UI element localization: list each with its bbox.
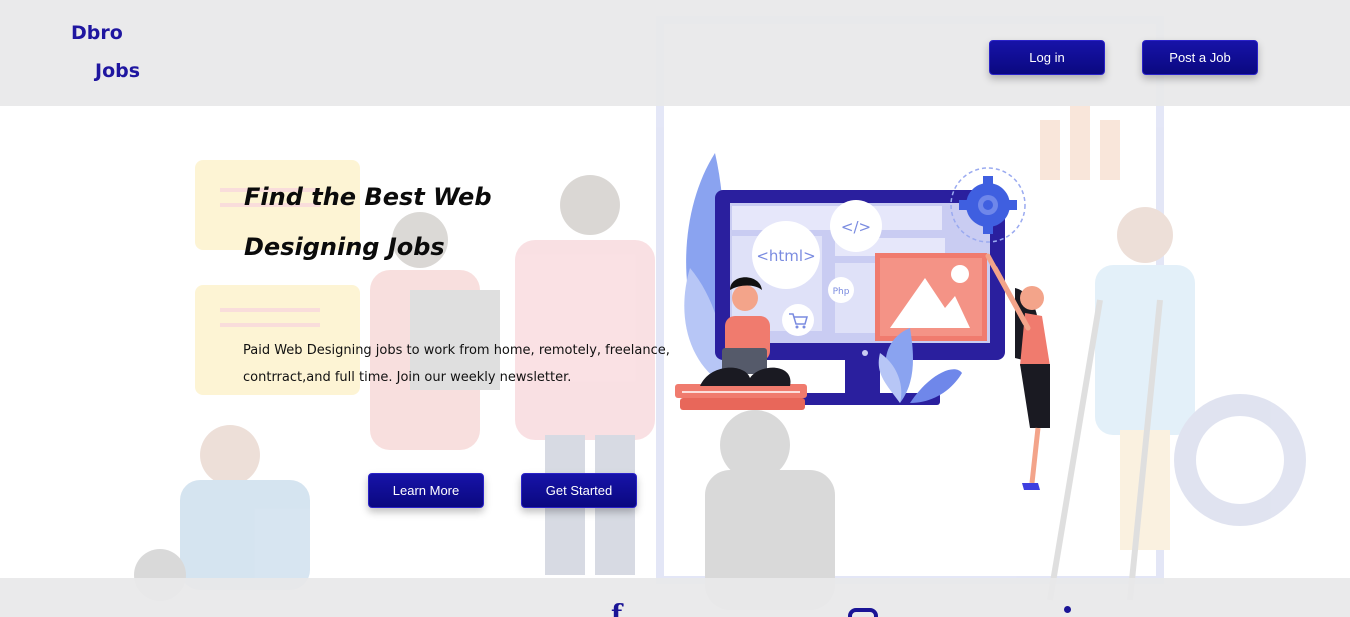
hero-description: Paid Web Designing jobs to work from hom…: [243, 337, 673, 391]
books-stack: [675, 384, 807, 398]
html-tag-text: <html>: [756, 247, 815, 265]
code-tag-text: </>: [841, 218, 871, 236]
instagram-icon[interactable]: [848, 608, 878, 617]
logo-text-line1[interactable]: Dbro: [71, 22, 123, 44]
cart-bubble: [782, 304, 814, 336]
get-started-button[interactable]: Get Started: [521, 473, 637, 508]
login-button[interactable]: Log in: [989, 40, 1105, 75]
top-navigation-bar: Dbro Jobs Log in Post a Job: [0, 0, 1350, 106]
hero-illustration: <html> </> Php: [675, 153, 1050, 490]
learn-more-button[interactable]: Learn More: [368, 473, 484, 508]
footer-bar: f: [0, 578, 1350, 617]
hero-title: Find the Best Web Designing Jobs: [244, 172, 664, 272]
php-tag-text: Php: [833, 287, 850, 297]
linkedin-icon[interactable]: [1064, 606, 1071, 613]
hero-description-line2: contrract,and full time. Join our weekly…: [243, 370, 572, 385]
hero-title-line2: Designing Jobs: [244, 233, 445, 261]
hero-description-line1: Paid Web Designing jobs to work from hom…: [243, 343, 670, 358]
logo-text-line2[interactable]: Jobs: [95, 60, 140, 82]
post-job-button[interactable]: Post a Job: [1142, 40, 1258, 75]
hero-title-line1: Find the Best Web: [244, 183, 492, 211]
facebook-icon[interactable]: f: [611, 600, 622, 617]
